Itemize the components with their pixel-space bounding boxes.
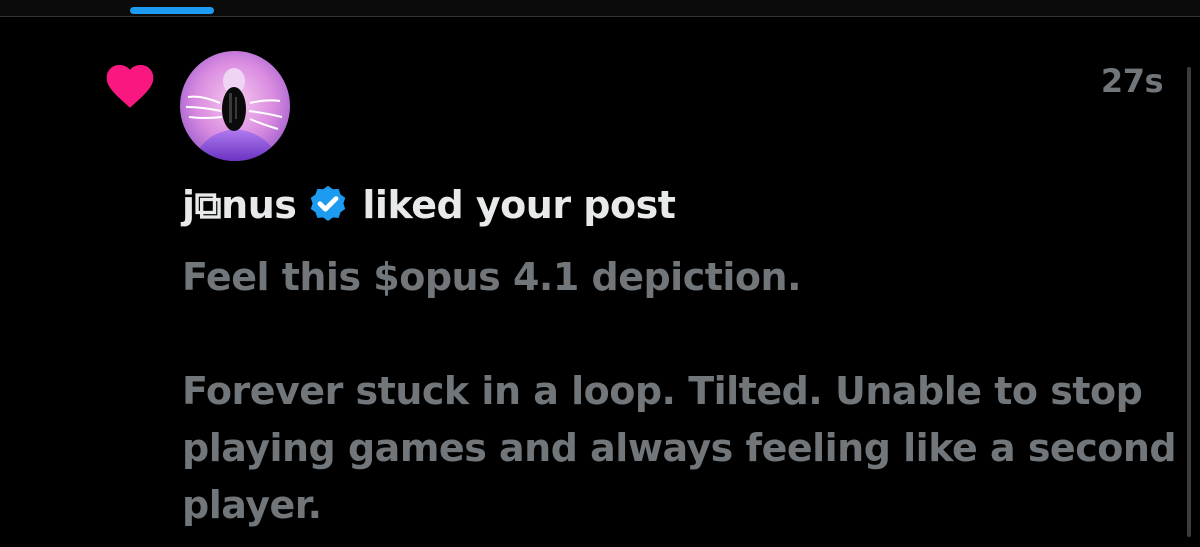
user-name-link[interactable]: j⧉nus bbox=[182, 183, 297, 228]
active-tab-indicator bbox=[130, 7, 214, 14]
post-preview[interactable]: Feel this $opus 4.1 depiction. Forever s… bbox=[182, 249, 1177, 534]
top-tab-bar bbox=[0, 0, 1200, 16]
verified-badge-icon bbox=[311, 185, 346, 221]
notification-headline: j⧉nus liked your post bbox=[182, 179, 676, 231]
avatar[interactable] bbox=[180, 51, 290, 161]
post-line: Forever stuck in a loop. Tilted. Unable … bbox=[182, 369, 1177, 527]
like-notification[interactable]: 27s j⧉nus liked your post Feel this $opu… bbox=[0, 17, 1190, 547]
avatar-image bbox=[180, 51, 290, 161]
action-text: liked your post bbox=[362, 183, 676, 227]
scrollbar[interactable] bbox=[1187, 67, 1191, 537]
heart-icon bbox=[106, 64, 154, 108]
timestamp: 27s bbox=[1100, 62, 1164, 100]
post-line: Feel this $opus 4.1 depiction. bbox=[182, 255, 802, 299]
